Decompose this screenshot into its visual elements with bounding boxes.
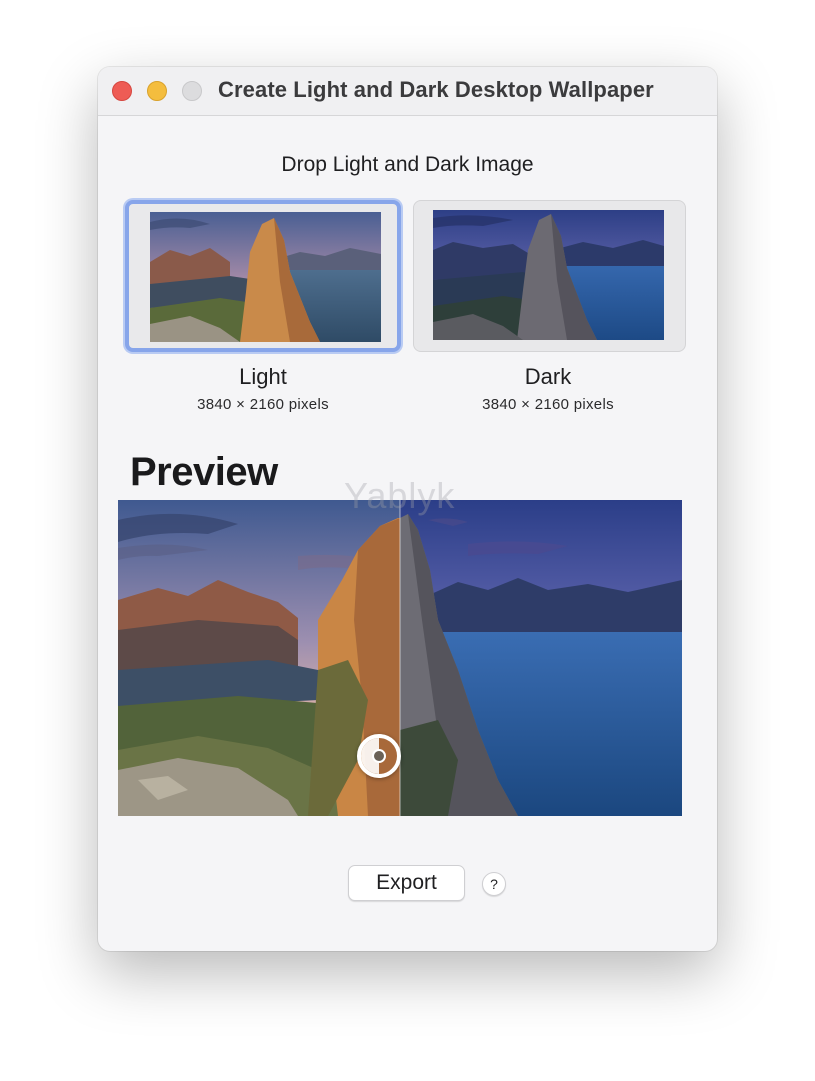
- close-icon[interactable]: [112, 81, 132, 101]
- dark-label: Dark: [524, 364, 572, 389]
- drop-caption: Drop Light and Dark Image: [281, 153, 534, 176]
- title-bar[interactable]: Create Light and Dark Desktop Wallpaper: [98, 67, 717, 116]
- dark-image-thumbnail: [433, 210, 664, 340]
- zoom-icon[interactable]: [182, 81, 202, 101]
- dark-size: 3840 × 2160 pixels: [482, 396, 614, 413]
- light-label: Light: [239, 364, 287, 389]
- preview-heading: Preview: [130, 450, 278, 494]
- export-button[interactable]: Export: [348, 865, 465, 901]
- app-window: Create Light and Dark Desktop Wallpaper …: [98, 67, 717, 951]
- help-button[interactable]: ?: [482, 872, 506, 896]
- minimize-icon[interactable]: [147, 81, 167, 101]
- light-image-thumbnail: [150, 212, 381, 342]
- slider-dot-icon: [372, 749, 386, 763]
- preview-image[interactable]: [118, 500, 682, 816]
- window-title: Create Light and Dark Desktop Wallpaper: [218, 77, 654, 102]
- light-image-well[interactable]: [125, 200, 401, 352]
- split-slider-handle[interactable]: [357, 734, 401, 778]
- light-size: 3840 × 2160 pixels: [197, 396, 329, 413]
- dark-image-well[interactable]: [413, 200, 686, 352]
- watermark: Yablyk: [344, 475, 456, 516]
